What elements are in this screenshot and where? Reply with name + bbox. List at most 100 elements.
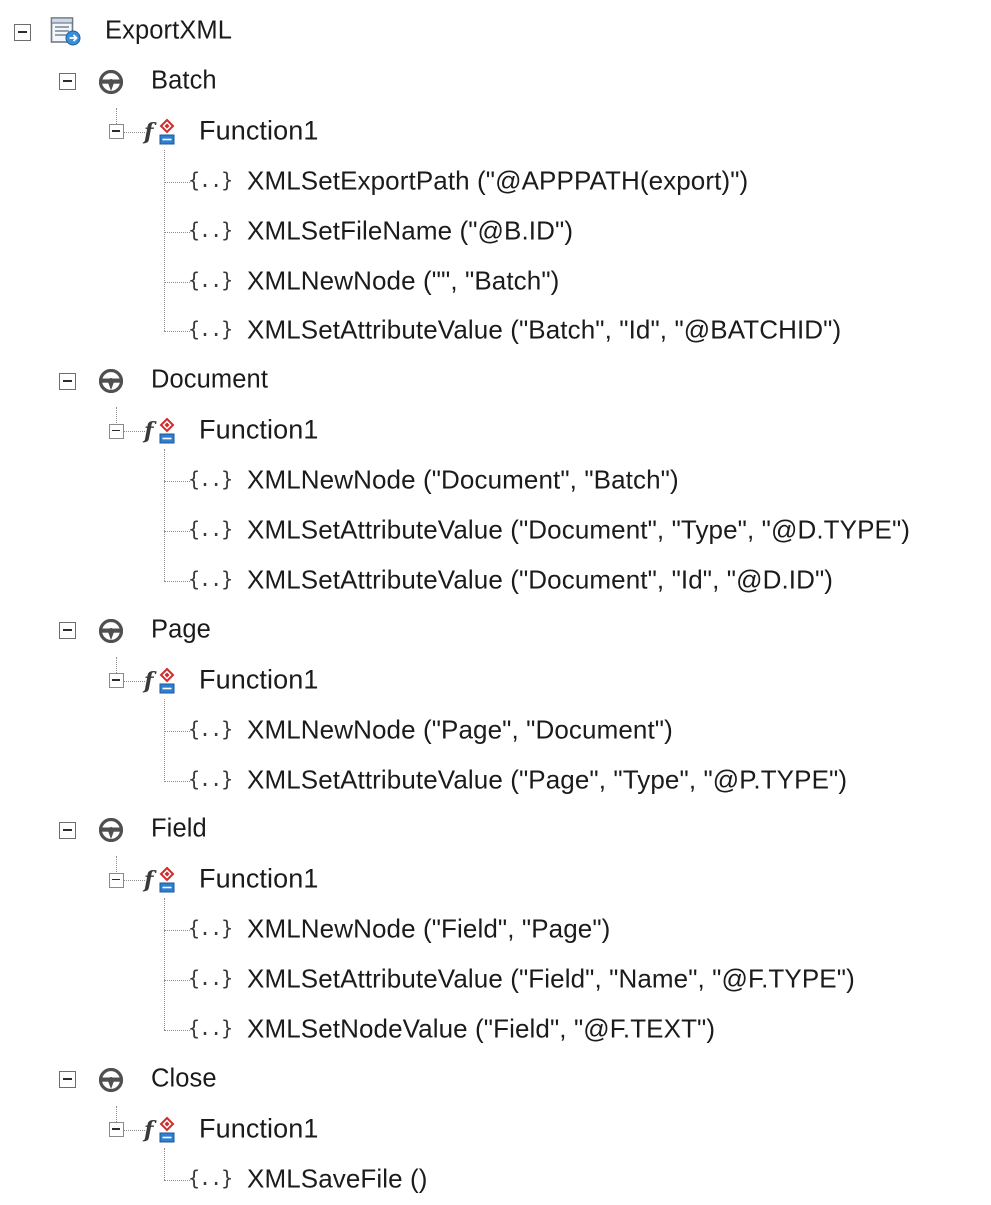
collapse-toggle-document[interactable] (58, 372, 76, 390)
code-block-icon: {..} (188, 716, 233, 741)
function-call-item-row[interactable]: XMLSetExportPath ("@APPPATH(export)") (247, 157, 975, 207)
function-call-item-row[interactable]: XMLSetAttributeValue ("Batch", "Id", "@B… (247, 306, 975, 356)
function-call-item-row[interactable]: XMLNewNode ("Page", "Document") (247, 706, 975, 756)
function-call-item: XMLSetExportPath ("@APPPATH(export)") (247, 164, 749, 195)
function-icon: f (142, 1116, 175, 1143)
function-call-item-row[interactable]: XMLSaveFile () (247, 1155, 975, 1205)
function-node-label: Function1 (199, 863, 319, 894)
code-block-icon: {..} (188, 1165, 233, 1190)
tree-connector-line (116, 407, 117, 424)
function-call-item-row[interactable]: XMLSetAttributeValue ("Document", "Type"… (247, 506, 975, 556)
tree-connector-line (164, 930, 190, 932)
function-icon: f (142, 667, 175, 694)
tree-connector-line (164, 980, 190, 982)
code-block-icon: {..} (188, 317, 233, 342)
code-block-icon: {..} (188, 267, 233, 292)
event-node-close-row[interactable]: Close (151, 1055, 975, 1105)
code-block-icon: {..} (188, 167, 233, 192)
collapse-toggle-function-close[interactable] (108, 1122, 124, 1138)
function-node-label: Function1 (199, 1113, 319, 1144)
event-node-document: Document (151, 365, 269, 394)
collapse-toggle-root[interactable] (13, 23, 31, 41)
collapse-toggle-function-document[interactable] (108, 423, 124, 439)
collapse-toggle-field[interactable] (58, 821, 76, 839)
code-block-icon: {..} (188, 517, 233, 541)
root-node-label-row[interactable]: ExportXML (105, 7, 975, 57)
export-tree-view: ExportXML Batch f Function1 {..} XMLSetExport… (0, 0, 991, 1193)
tree-connector-line (164, 481, 190, 483)
collapse-toggle-page[interactable] (58, 622, 76, 640)
steering-wheel-icon (99, 618, 123, 643)
collapse-toggle-function-batch[interactable] (108, 124, 124, 140)
event-node-page: Page (151, 615, 211, 644)
tree-connector-line (164, 1030, 190, 1031)
function-call-item: XMLNewNode ("Document", "Batch") (247, 464, 679, 495)
function-node-label-row[interactable]: Function1 (199, 1105, 975, 1155)
code-block-icon: {..} (188, 916, 233, 941)
function-node-label-row[interactable]: Function1 (199, 656, 975, 706)
function-call-item: XMLSetFileName ("@B.ID") (247, 214, 574, 245)
tree-connector-line (164, 331, 190, 333)
function-call-item-row[interactable]: XMLNewNode ("", "Batch") (247, 257, 975, 307)
function-icon: f (142, 118, 175, 145)
tree-connector-line (116, 856, 117, 873)
collapse-toggle-close[interactable] (58, 1071, 76, 1089)
function-node-label: Function1 (199, 414, 319, 445)
event-node-page-row[interactable]: Page (151, 606, 975, 656)
code-block-icon: {..} (188, 966, 233, 991)
tree-connector-line (164, 580, 190, 582)
tree-connector-line (164, 281, 190, 283)
tree-connector-line (164, 1147, 165, 1180)
tree-connector-line (164, 1179, 190, 1181)
function-call-item-row[interactable]: XMLSetAttributeValue ("Field", "Name", "… (247, 955, 975, 1005)
event-node-batch-row[interactable]: Batch (151, 57, 975, 107)
root-node-label: ExportXML (105, 16, 233, 45)
tree-connector-line (164, 780, 190, 782)
function-call-item: XMLSetAttributeValue ("Page", "Type", "@… (247, 763, 848, 794)
svg-text:f: f (142, 418, 157, 444)
collapse-toggle-batch[interactable] (58, 73, 76, 91)
function-node-label-row[interactable]: Function1 (199, 855, 975, 905)
function-node-label-row[interactable]: Function1 (199, 107, 975, 157)
function-call-item-row[interactable]: XMLSetFileName ("@B.ID") (247, 207, 975, 257)
collapse-toggle-function-field[interactable] (108, 872, 124, 888)
function-call-item: XMLNewNode ("", "Batch") (247, 264, 560, 295)
function-call-item: XMLSetAttributeValue ("Field", "Name", "… (247, 963, 855, 994)
function-node-label: Function1 (199, 663, 319, 694)
tree-connector-line (164, 698, 165, 781)
tree-connector-line (164, 231, 190, 233)
svg-text:f: f (142, 119, 157, 145)
function-icon: f (142, 866, 175, 893)
code-block-icon: {..} (188, 766, 233, 791)
tree-connector-line (164, 449, 165, 581)
export-document-icon (50, 17, 81, 46)
collapse-toggle-function-page[interactable] (108, 673, 124, 689)
tree-connector-line (116, 1105, 117, 1122)
steering-wheel-icon (99, 1067, 123, 1092)
code-block-icon: {..} (188, 217, 233, 242)
event-node-field-row[interactable]: Field (151, 805, 975, 855)
function-call-item-row[interactable]: XMLNewNode ("Field", "Page") (247, 905, 975, 955)
tree-connector-line (164, 181, 190, 183)
tree-connector-line (116, 107, 117, 124)
tree-connector-line (164, 149, 165, 332)
function-call-item: XMLNewNode ("Page", "Document") (247, 713, 673, 744)
event-node-document-row[interactable]: Document (151, 356, 975, 406)
function-call-item: XMLSetAttributeValue ("Batch", "Id", "@B… (247, 314, 842, 345)
function-call-item: XMLSetNodeValue ("Field", "@F.TEXT") (247, 1013, 716, 1044)
function-call-item-row[interactable]: XMLSetAttributeValue ("Page", "Type", "@… (247, 756, 975, 806)
steering-wheel-icon (99, 69, 123, 94)
function-node-label-row[interactable]: Function1 (199, 406, 975, 456)
event-node-field: Field (151, 814, 207, 843)
function-call-item-row[interactable]: XMLNewNode ("Document", "Batch") (247, 456, 975, 506)
svg-text:f: f (142, 1117, 157, 1143)
function-call-item-row[interactable]: XMLSetNodeValue ("Field", "@F.TEXT") (247, 1005, 975, 1055)
tree-connector-line (164, 898, 165, 1030)
tree-connector-line (164, 531, 190, 532)
function-call-item-row[interactable]: XMLSetAttributeValue ("Document", "Id", … (247, 556, 975, 606)
svg-text:f: f (142, 668, 157, 694)
event-node-close: Close (151, 1064, 217, 1093)
function-call-item: XMLSaveFile () (247, 1162, 428, 1193)
code-block-icon: {..} (188, 467, 233, 492)
steering-wheel-icon (99, 369, 123, 394)
